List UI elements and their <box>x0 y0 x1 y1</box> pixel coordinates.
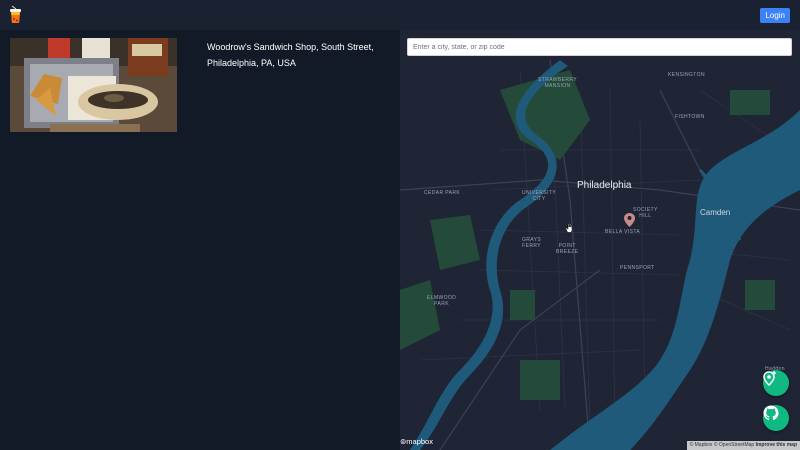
map-label-kensington: KENSINGTON <box>668 72 705 78</box>
map-label-strawberry-mansion: STRAWBERRY MANSION <box>538 77 578 89</box>
sandwich-photo[interactable] <box>10 38 177 132</box>
map-label-fishtown: FISHTOWN <box>675 114 705 120</box>
map-label-cedar-park: CEDAR PARK <box>424 190 461 196</box>
results-panel: Woodrow's Sandwich Shop, South Street, P… <box>0 30 400 450</box>
map-canvas[interactable] <box>400 30 800 450</box>
map-label-pennsport: PENNSPORT <box>620 265 655 271</box>
map-label-university-city: UNIVERSITY CITY <box>522 190 557 202</box>
map-label-grays-ferry: GRAYS FERRY <box>522 237 542 249</box>
map-label-point-breeze: POINT BREEZE <box>556 243 579 255</box>
map-label-elmwood-park: ELMWOOD PARK <box>427 295 457 307</box>
improve-map-link[interactable]: Improve this map <box>756 442 797 448</box>
map-view[interactable]: STRAWBERRY MANSION KENSINGTON FISHTOWN C… <box>400 30 800 450</box>
location-search-input[interactable] <box>407 38 792 56</box>
add-location-button[interactable] <box>763 370 789 396</box>
drink-cup-icon[interactable] <box>8 5 23 25</box>
mapbox-logo[interactable]: ⊚mapbox <box>400 437 433 446</box>
map-label-bella-vista: BELLA VISTA <box>605 229 641 235</box>
map-label-philadelphia: Philadelphia <box>577 180 632 191</box>
attribution-mapbox-link[interactable]: © Mapbox <box>690 442 713 448</box>
map-attribution: © Mapbox © OpenStreetMap Improve this ma… <box>686 441 800 450</box>
result-address[interactable]: Woodrow's Sandwich Shop, South Street, P… <box>207 39 387 71</box>
map-label-society-hill: SOCIETY HILL <box>633 207 658 219</box>
map-label-camden: Camden <box>700 208 731 217</box>
github-button[interactable] <box>763 405 789 431</box>
result-card[interactable]: Woodrow's Sandwich Shop, South Street, P… <box>10 38 390 138</box>
login-button[interactable]: Login <box>760 8 790 23</box>
top-navbar: Login <box>0 0 800 30</box>
attribution-osm-link[interactable]: © OpenStreetMap <box>714 442 754 448</box>
